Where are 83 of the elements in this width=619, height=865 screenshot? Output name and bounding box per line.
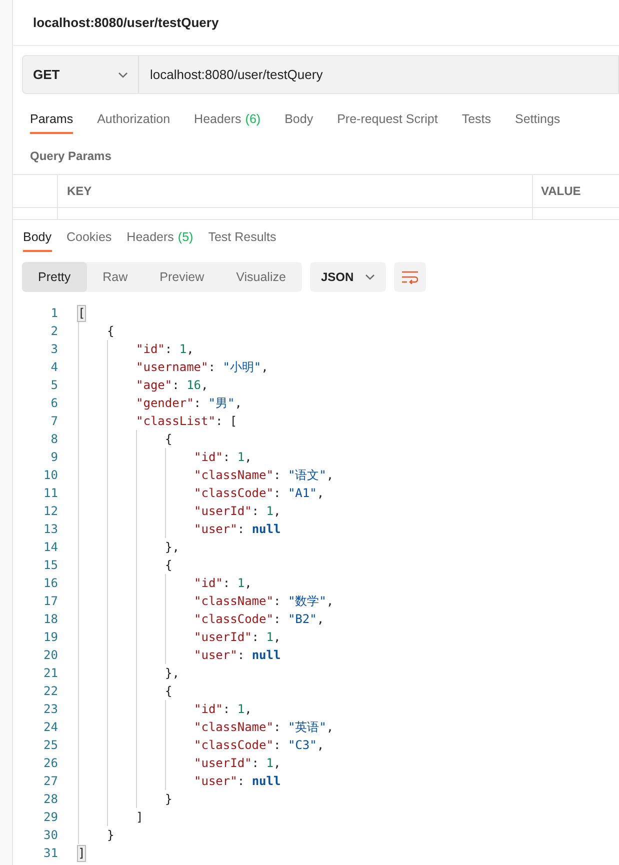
line-number: 16 — [42, 575, 58, 592]
line-number: 29 — [42, 809, 58, 826]
view-mode-tab[interactable]: Pretty — [22, 262, 87, 292]
code-line: } — [165, 791, 172, 808]
section-title: Query Params — [30, 149, 112, 163]
column-header: VALUE — [541, 183, 581, 200]
code-line: "classCode": "B2", — [194, 611, 324, 628]
line-number: 10 — [42, 467, 58, 484]
code-line: "user": null — [194, 521, 281, 538]
code-line: { — [165, 557, 172, 574]
line-number: 1 — [50, 305, 58, 322]
column-header: KEY — [67, 183, 92, 200]
line-number: 7 — [50, 413, 58, 430]
line-number: 13 — [42, 521, 58, 538]
code-line: "className": "英语", — [194, 719, 334, 736]
line-number: 25 — [42, 737, 58, 754]
line-number: 6 — [50, 395, 58, 412]
line-number: 21 — [42, 665, 58, 682]
code-line: "classList": [ — [136, 413, 238, 430]
code-line: "user": null — [194, 647, 281, 664]
code-line: "classCode": "C3", — [194, 737, 324, 754]
tab[interactable]: Body — [284, 107, 314, 134]
wrap-lines-icon — [402, 270, 418, 284]
tab[interactable]: Body — [23, 224, 52, 252]
code-line: "user": null — [194, 773, 281, 790]
tab[interactable]: Params — [30, 107, 74, 134]
view-mode-tab[interactable]: Raw — [86, 262, 144, 292]
code-line: "userId": 1, — [194, 755, 281, 772]
code-line: "gender": "男", — [136, 395, 242, 412]
tab[interactable]: Test Results — [208, 224, 276, 252]
line-number: 8 — [50, 431, 58, 448]
line-number: 20 — [42, 647, 58, 664]
line-number: 15 — [42, 557, 58, 574]
code-line: { — [165, 431, 172, 448]
line-number: 17 — [42, 593, 58, 610]
code-line: ] — [136, 809, 144, 826]
line-number: 31 — [42, 845, 58, 862]
code-line: { — [107, 323, 114, 340]
line-number: 28 — [42, 791, 58, 808]
line-number: 19 — [42, 629, 58, 646]
tab[interactable]: Settings — [515, 107, 560, 134]
line-number: 27 — [42, 773, 58, 790]
tab[interactable]: Tests — [462, 107, 491, 134]
line-number: 14 — [42, 539, 58, 556]
line-number: 12 — [42, 503, 58, 520]
line-number: 3 — [50, 341, 58, 358]
code-line: { — [165, 683, 172, 700]
line-number: 26 — [42, 755, 58, 772]
tab[interactable]: Cookies — [66, 224, 112, 252]
code-line: "className": "数学", — [194, 593, 334, 610]
code-line: "classCode": "A1", — [194, 485, 324, 502]
code-line: }, — [165, 539, 180, 556]
line-number: 11 — [42, 485, 58, 502]
tab[interactable]: Headers (6) — [194, 107, 261, 134]
line-number: 4 — [50, 359, 58, 376]
view-mode-tab[interactable]: Preview — [144, 262, 220, 292]
line-number: 5 — [50, 377, 58, 394]
code-line: "age": 16, — [136, 377, 208, 394]
format-dropdown[interactable]: JSON — [310, 262, 386, 292]
code-line: "id": 1, — [194, 449, 252, 466]
line-number: 2 — [50, 323, 58, 340]
line-number: 18 — [42, 611, 58, 628]
tab[interactable]: Pre-request Script — [337, 107, 438, 134]
code-line: "username": "小明", — [136, 359, 268, 376]
code-line: "userId": 1, — [194, 629, 281, 646]
wrap-lines-button[interactable] — [394, 262, 426, 292]
request-title: localhost:8080/user/testQuery — [33, 14, 219, 32]
line-number: 9 — [50, 449, 58, 466]
line-number: 23 — [42, 701, 58, 718]
line-number: 22 — [42, 683, 58, 700]
code-line: }, — [165, 665, 180, 682]
view-mode-tab[interactable]: Visualize — [220, 262, 302, 292]
line-number: 24 — [42, 719, 58, 736]
code-line: "className": "语文", — [194, 467, 334, 484]
code-line: "userId": 1, — [194, 503, 281, 520]
tab[interactable]: Authorization — [97, 107, 170, 134]
code-line: "id": 1, — [136, 341, 194, 358]
code-line: "id": 1, — [194, 575, 252, 592]
tab[interactable]: Headers (5) — [126, 224, 194, 252]
chevron-down-icon — [364, 274, 375, 280]
code-line: } — [107, 827, 114, 844]
line-number: 30 — [42, 827, 58, 844]
code-line: "id": 1, — [194, 701, 252, 718]
